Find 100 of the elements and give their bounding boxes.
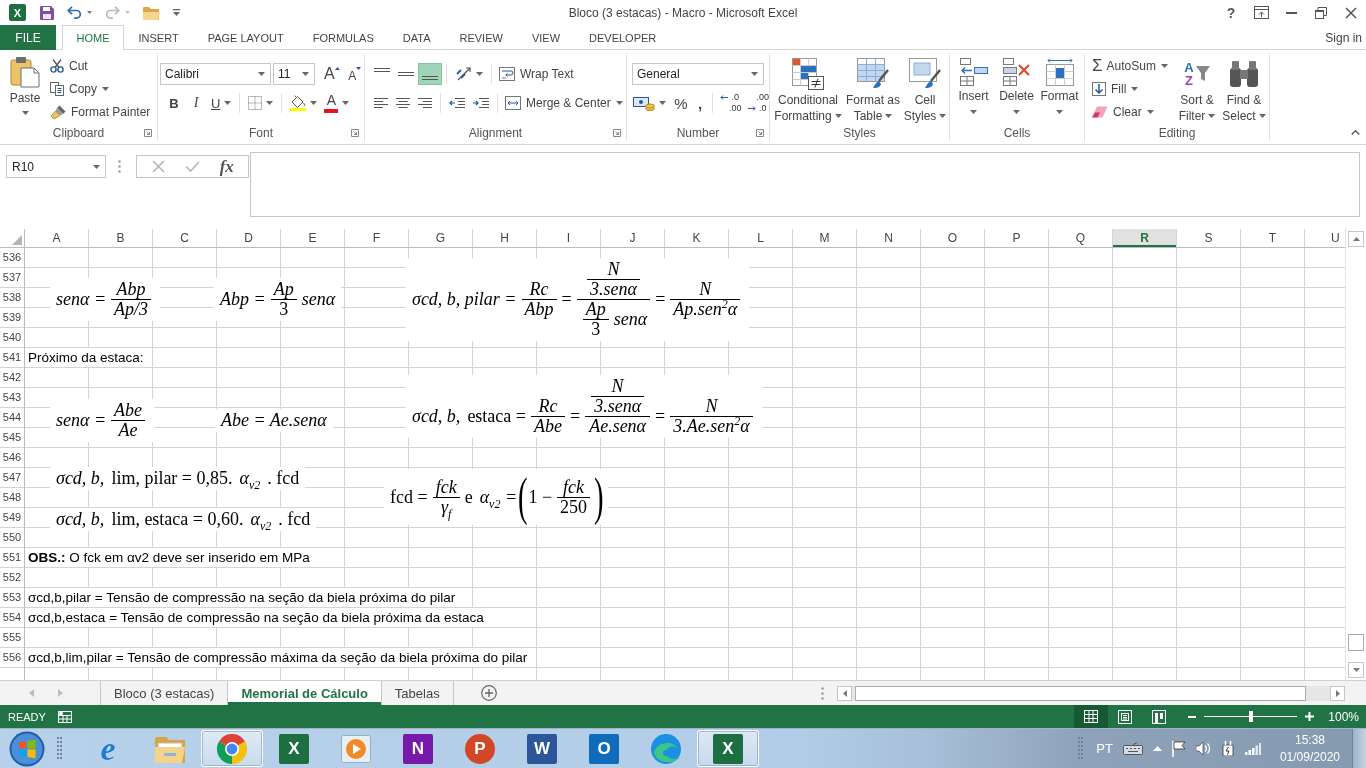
font-name-field[interactable]: Calibri [160, 63, 271, 85]
font-color-button[interactable]: A [321, 92, 353, 114]
column-header[interactable]: H [473, 229, 537, 247]
file-tab[interactable]: FILE [0, 25, 56, 50]
row-header[interactable]: 539 [0, 308, 24, 328]
column-header[interactable]: C [153, 229, 217, 247]
cut-button[interactable]: Cut [47, 54, 154, 77]
row-header[interactable]: 556 [0, 648, 24, 668]
row-header[interactable]: 542 [0, 368, 24, 388]
column-header[interactable]: O [921, 229, 985, 247]
row-header[interactable]: 554 [0, 608, 24, 628]
column-header[interactable]: D [217, 229, 281, 247]
dialog-launcher-icon[interactable] [613, 129, 621, 137]
row-header[interactable]: 555 [0, 628, 24, 648]
column-header[interactable]: F [345, 229, 409, 247]
row-header[interactable]: 547 [0, 468, 24, 488]
ribbon-tab[interactable]: INSERT [124, 25, 194, 50]
row-header[interactable]: 537 [0, 268, 24, 288]
column-header[interactable]: T [1241, 229, 1305, 247]
dialog-launcher-icon[interactable] [144, 129, 152, 137]
column-header[interactable]: J [601, 229, 665, 247]
column-header[interactable]: L [729, 229, 793, 247]
scroll-up-button[interactable] [1348, 231, 1364, 247]
show-desktop-button[interactable] [1352, 729, 1366, 768]
sheet-tab[interactable]: Memorial de Cálculo [227, 681, 381, 705]
format-cells-button[interactable]: Format [1038, 54, 1081, 125]
row-header[interactable]: 546 [0, 448, 24, 468]
ribbon-tab[interactable]: HOME [62, 25, 124, 50]
scroll-right-button[interactable] [1330, 685, 1345, 701]
sign-in-link[interactable]: Sign in [1325, 30, 1366, 45]
formula-input[interactable] [250, 152, 1360, 217]
onenote-taskbar-button[interactable]: N [387, 730, 449, 767]
zoom-slider-thumb[interactable] [1248, 711, 1253, 722]
find-select-button[interactable]: Find & Select [1221, 54, 1267, 125]
column-header[interactable]: I [537, 229, 601, 247]
column-header[interactable]: U [1305, 229, 1345, 247]
grip-dots-icon[interactable] [118, 160, 121, 173]
macro-recording-icon[interactable] [58, 710, 72, 723]
percent-style-button[interactable]: % [670, 92, 692, 114]
column-header[interactable]: B [89, 229, 153, 247]
underline-button[interactable]: U [207, 92, 236, 114]
ribbon-tab[interactable]: DEVELOPER [574, 25, 671, 50]
chrome-taskbar-button[interactable] [201, 730, 263, 767]
bottom-align-button[interactable] [418, 63, 442, 85]
normal-view-button[interactable] [1074, 705, 1109, 728]
grow-font-button[interactable]: A [320, 63, 344, 85]
excel-taskbar-button[interactable]: X [697, 730, 759, 767]
row-header[interactable]: 544 [0, 408, 24, 428]
ribbon-tab[interactable]: DATA [388, 25, 445, 50]
zoom-level[interactable]: 100% [1328, 709, 1359, 724]
copy-button[interactable]: Copy [47, 77, 154, 100]
sort-filter-button[interactable]: A Z Sort & Filter [1174, 54, 1220, 125]
bold-button[interactable]: B [163, 92, 185, 114]
collapse-ribbon-icon[interactable] [1351, 130, 1360, 135]
italic-button[interactable]: I [185, 92, 207, 114]
fill-button[interactable]: Fill [1089, 77, 1172, 100]
name-box[interactable]: R10 [6, 155, 106, 178]
dialog-launcher-icon[interactable] [351, 129, 359, 137]
paste-button[interactable]: Paste [4, 54, 46, 125]
decrease-decimal-button[interactable]: .00 .0 [744, 92, 773, 114]
insert-cells-button[interactable]: Insert [952, 54, 995, 125]
help-button[interactable]: ? [1216, 1, 1246, 24]
outlook-taskbar-button[interactable]: O [573, 730, 635, 767]
wrap-text-button[interactable]: Wrap Text [496, 62, 577, 86]
column-header[interactable]: S [1177, 229, 1241, 247]
font-size-field[interactable]: 11 [273, 63, 315, 85]
grip-dots-icon[interactable] [821, 686, 824, 700]
dialog-launcher-icon[interactable] [756, 129, 764, 137]
scroll-left-button[interactable] [837, 685, 852, 701]
clear-button[interactable]: Clear [1089, 100, 1172, 123]
excel-taskbar-button[interactable]: X [263, 730, 325, 767]
delete-cells-button[interactable]: Delete [995, 54, 1038, 125]
cell-styles-button[interactable]: Cell Styles [902, 54, 948, 125]
row-header[interactable]: 549 [0, 508, 24, 528]
new-sheet-button[interactable] [480, 685, 497, 701]
scroll-down-button[interactable] [1348, 662, 1364, 678]
column-header[interactable]: G [409, 229, 473, 247]
column-header[interactable]: K [665, 229, 729, 247]
row-header[interactable]: 543 [0, 388, 24, 408]
conditional-formatting-button[interactable]: Conditional Formatting [772, 54, 844, 125]
row-header[interactable]: 551 [0, 548, 24, 568]
powerpoint-taskbar-button[interactable]: P [449, 730, 511, 767]
row-header[interactable]: 553 [0, 588, 24, 608]
ribbon-tab[interactable]: PAGE LAYOUT [193, 25, 299, 50]
grip-dots-icon[interactable] [57, 735, 62, 762]
row-header[interactable]: 536 [0, 248, 24, 268]
row-header[interactable]: 545 [0, 428, 24, 448]
column-header[interactable]: A [25, 229, 89, 247]
comma-style-button[interactable]: , [692, 92, 708, 114]
ribbon-tab[interactable]: VIEW [517, 25, 575, 50]
column-header[interactable]: P [985, 229, 1049, 247]
column-header[interactable]: N [857, 229, 921, 247]
ribbon-tab[interactable]: FORMULAS [298, 25, 389, 50]
row-header[interactable]: 550 [0, 528, 24, 548]
increase-decimal-button[interactable]: .0 .00 [717, 92, 745, 114]
number-format-field[interactable]: General [632, 63, 764, 85]
column-header[interactable]: M [793, 229, 857, 247]
grip-dots-icon[interactable] [1078, 735, 1084, 762]
autosum-button[interactable]: Σ AutoSum [1089, 54, 1172, 77]
word-taskbar-button[interactable]: W [511, 730, 573, 767]
